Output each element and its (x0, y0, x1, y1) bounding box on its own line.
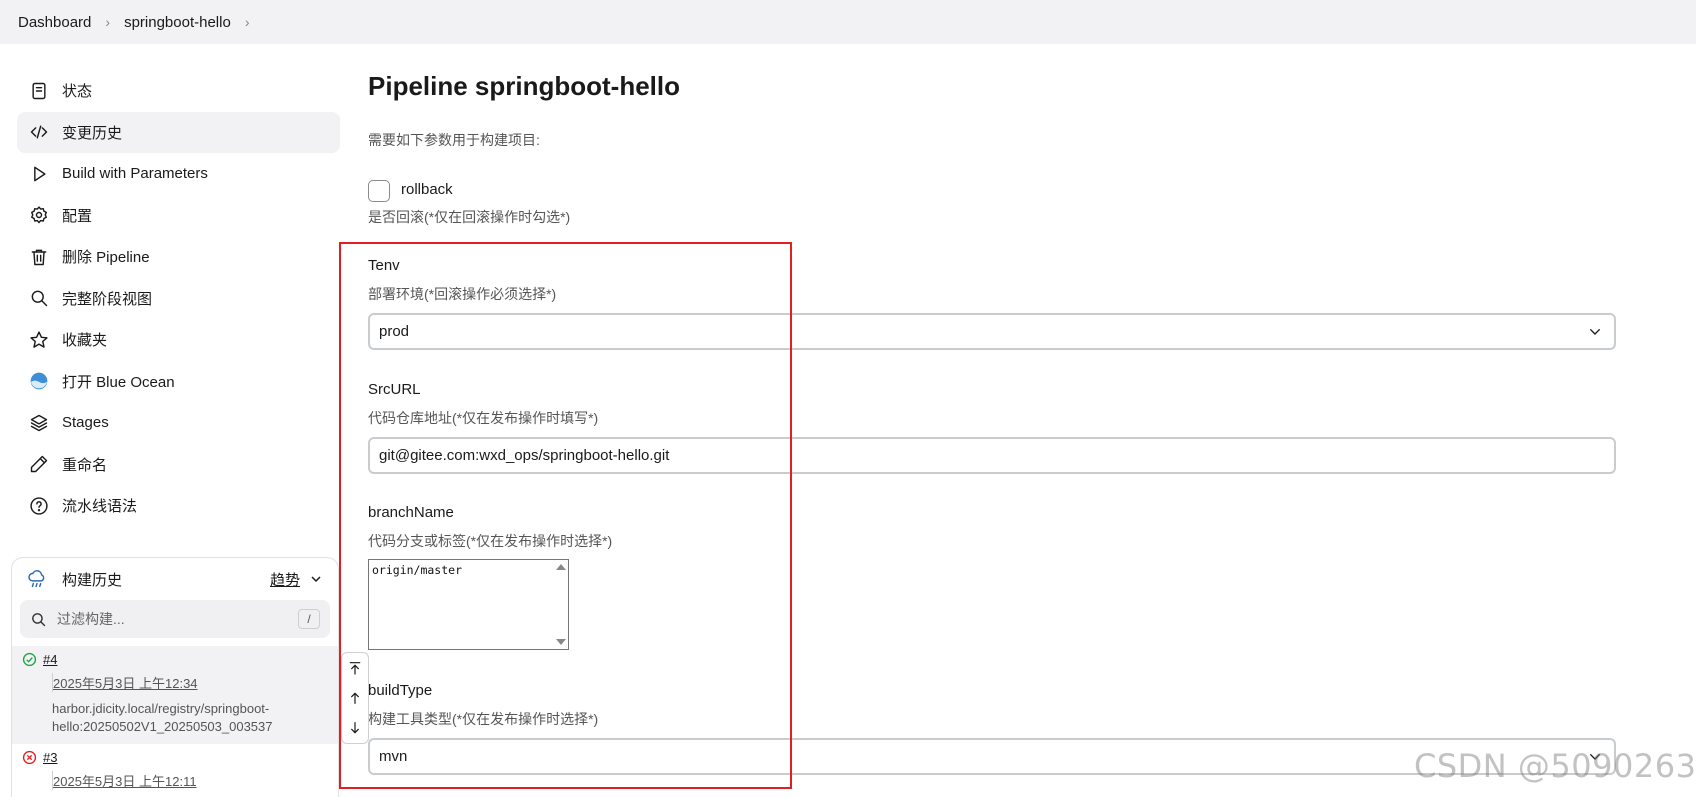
build-description: harbor.jdicity.local/registry/springboot… (52, 701, 273, 734)
tenv-description: 部署环境(*回滚操作必须选择*) (368, 286, 557, 302)
sidebar: 状态 变更历史 Build with Parameters 配置 删除 Pipe… (17, 70, 340, 527)
buildtype-label: buildType (368, 682, 433, 699)
sidebar-item-label: 状态 (62, 83, 93, 101)
branchname-description: 代码分支或标签(*仅在发布操作时选择*) (368, 533, 613, 549)
branchname-textarea[interactable] (368, 559, 569, 650)
sidebar-item-build-with-parameters[interactable]: Build with Parameters (17, 153, 340, 195)
search-icon (28, 287, 50, 309)
scroll-up-arrow-icon[interactable] (556, 564, 566, 570)
build-number[interactable]: #4 (43, 652, 57, 667)
sidebar-item-label: 配置 (62, 207, 93, 225)
sidebar-item-label: 收藏夹 (62, 332, 108, 350)
arrow-up-icon (351, 692, 359, 704)
srcurl-label: SrcURL (368, 381, 421, 398)
watermark: CSDN @50902636 (1414, 747, 1696, 785)
shortcut-key: / (298, 609, 320, 629)
scroll-nav-buttons (341, 652, 369, 744)
document-icon (28, 80, 50, 102)
chevron-down-icon (1587, 324, 1603, 340)
srcurl-input[interactable] (368, 437, 1616, 474)
sidebar-item-label: Stages (62, 414, 109, 432)
blue-ocean-icon (28, 370, 50, 392)
build-filter: / (20, 600, 330, 638)
build-row[interactable]: #3 2025年5月3日 上午12:11 (12, 744, 338, 797)
sidebar-item-changes[interactable]: 变更历史 (17, 111, 340, 153)
arrow-down-icon (351, 722, 359, 734)
sidebar-item-pipeline-syntax[interactable]: 流水线语法 (17, 485, 340, 527)
build-history-panel: 构建历史 趋势 / #4 2025年5月3日 上午12:34 harbor.jd… (11, 557, 339, 797)
tenv-selected-value: prod (379, 323, 410, 340)
sidebar-item-configure[interactable]: 配置 (17, 195, 340, 237)
buildtype-description: 构建工具类型(*仅在发布操作时选择*) (368, 711, 599, 727)
failed-icon (22, 750, 37, 765)
sidebar-item-label: Build with Parameters (62, 165, 208, 183)
code-icon (28, 121, 50, 143)
play-icon (28, 163, 50, 185)
rollback-checkbox[interactable] (368, 180, 390, 202)
sidebar-item-label: 流水线语法 (62, 498, 138, 516)
intro-text: 需要如下参数用于构建项目: (368, 132, 540, 148)
page-title: Pipeline springboot-hello (368, 71, 680, 101)
trash-icon (28, 246, 50, 268)
breadcrumb-job[interactable]: springboot-hello (124, 14, 231, 31)
sidebar-item-delete-pipeline[interactable]: 删除 Pipeline (17, 236, 340, 278)
build-number[interactable]: #3 (43, 750, 57, 765)
sidebar-item-label: 重命名 (62, 456, 108, 474)
rollback-label[interactable]: rollback (401, 181, 453, 198)
scroll-to-top-button[interactable] (342, 653, 368, 683)
build-filter-input[interactable] (57, 611, 298, 627)
build-row[interactable]: #4 2025年5月3日 上午12:34 harbor.jdicity.loca… (12, 646, 338, 744)
build-history-title: 构建历史 (62, 571, 123, 589)
sidebar-item-label: 变更历史 (62, 124, 123, 142)
chevron-right-icon: › (105, 14, 111, 30)
cloud-rain-icon (26, 568, 48, 590)
sidebar-item-rename[interactable]: 重命名 (17, 444, 340, 486)
sidebar-item-stages[interactable]: Stages (17, 402, 340, 444)
sidebar-item-blue-ocean[interactable]: 打开 Blue Ocean (17, 361, 340, 403)
build-history-header: 构建历史 趋势 (12, 558, 338, 600)
build-date[interactable]: 2025年5月3日 上午12:34 (52, 673, 328, 692)
breadcrumb: Dashboard › springboot-hello › (0, 0, 1696, 44)
textarea-scrollbar[interactable] (552, 560, 568, 649)
scroll-up-button[interactable] (342, 683, 368, 713)
sidebar-item-full-stage-view[interactable]: 完整阶段视图 (17, 278, 340, 320)
branchname-label: branchName (368, 504, 454, 521)
sidebar-item-label: 删除 Pipeline (62, 249, 150, 267)
breadcrumb-dashboard[interactable]: Dashboard (18, 14, 91, 31)
buildtype-selected-value: mvn (379, 748, 408, 765)
scroll-down-button[interactable] (342, 713, 368, 743)
sidebar-item-favorites[interactable]: 收藏夹 (17, 319, 340, 361)
sidebar-item-label: 完整阶段视图 (62, 290, 153, 308)
srcurl-description: 代码仓库地址(*仅在发布操作时填写*) (368, 410, 599, 426)
trend-link[interactable]: 趋势 (270, 569, 300, 590)
chevron-right-icon[interactable]: › (245, 14, 250, 30)
build-date[interactable]: 2025年5月3日 上午12:11 (52, 771, 328, 790)
pencil-icon (28, 453, 50, 475)
tenv-select[interactable]: prod (368, 313, 1616, 350)
help-icon (28, 495, 50, 517)
sidebar-item-status[interactable]: 状态 (17, 70, 340, 112)
tenv-label: Tenv (368, 257, 400, 274)
arrow-to-top-icon (349, 662, 361, 675)
sidebar-item-label: 打开 Blue Ocean (62, 373, 175, 391)
scroll-down-arrow-icon[interactable] (556, 639, 566, 645)
search-icon (30, 611, 47, 628)
rollback-description: 是否回滚(*仅在回滚操作时勾选*) (368, 209, 571, 225)
star-icon (28, 329, 50, 351)
success-icon (22, 652, 37, 667)
gear-icon (28, 204, 50, 226)
layers-icon (28, 412, 50, 434)
chevron-down-icon[interactable] (308, 571, 324, 587)
